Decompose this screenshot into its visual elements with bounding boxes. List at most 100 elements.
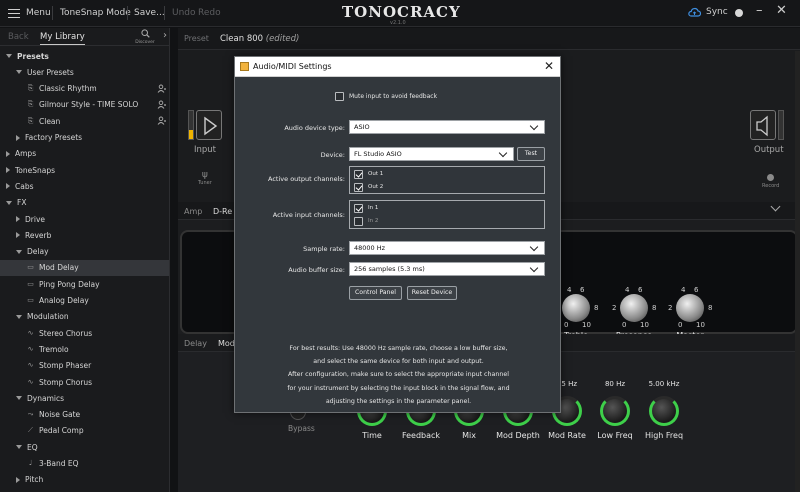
record-button[interactable]: Record — [762, 174, 779, 189]
library-item[interactable]: ∿ Stomp Chorus — [0, 374, 169, 390]
save-button[interactable]: Save... — [134, 8, 165, 18]
in-1-checkbox[interactable] — [354, 204, 363, 213]
dialog-close-button[interactable]: ✕ — [544, 59, 554, 73]
expanded-arrow-icon[interactable] — [6, 54, 12, 58]
expanded-arrow-icon[interactable] — [16, 396, 22, 401]
input-block[interactable] — [196, 110, 222, 140]
library-item[interactable]: Delay — [0, 244, 169, 260]
amp-knob-master[interactable] — [676, 294, 704, 322]
chevron-down-icon[interactable] — [770, 201, 781, 212]
library-item[interactable]: ⎘ Classic Rhythm — [0, 81, 169, 97]
buffer-size-select[interactable]: 256 samples (5.3 ms) — [349, 262, 545, 276]
library-item[interactable]: User Presets — [0, 64, 169, 80]
library-item[interactable]: EQ — [0, 439, 169, 455]
out-1-checkbox[interactable] — [354, 170, 363, 179]
amp-model[interactable]: D-Re — [213, 207, 232, 216]
knob-tick-label: 2 — [612, 304, 617, 312]
library-item[interactable]: ToneSnaps — [0, 162, 169, 178]
user-share-icon[interactable] — [157, 100, 166, 109]
mute-input-checkbox[interactable] — [335, 92, 344, 101]
library-item-label: Ping Pong Delay — [39, 279, 100, 289]
library-item[interactable]: FX — [0, 195, 169, 211]
delay-model[interactable]: Mod — [218, 339, 235, 348]
library-item[interactable]: Drive — [0, 211, 169, 227]
library-item[interactable]: Factory Presets — [0, 130, 169, 146]
chevron-right-icon[interactable]: › — [163, 30, 167, 41]
amp-tab[interactable]: Amp — [184, 207, 202, 216]
expanded-arrow-icon[interactable] — [16, 445, 22, 450]
library-item-label: Delay — [27, 247, 49, 257]
library-item[interactable]: Pitch — [0, 472, 169, 488]
collapsed-arrow-icon[interactable] — [6, 150, 10, 157]
library-item[interactable]: ⎘ Gilmour Style - TIME SOLO — [0, 97, 169, 113]
output-block[interactable] — [750, 110, 776, 140]
expanded-arrow-icon[interactable] — [16, 249, 22, 254]
amp-knob-presence[interactable] — [620, 294, 648, 322]
user-share-icon[interactable] — [157, 116, 166, 125]
menu-label: Menu — [26, 8, 51, 18]
library-item[interactable]: Reverb — [0, 227, 169, 243]
close-window-button[interactable]: ✕ — [776, 3, 787, 18]
library-item-label: Pedal Comp — [39, 426, 84, 436]
reset-device-button[interactable]: Reset Device — [407, 286, 457, 300]
tuner-button[interactable]: ψ Tuner — [198, 170, 212, 186]
my-library-tab[interactable]: My Library — [40, 32, 85, 45]
redo-button[interactable]: Redo — [198, 8, 221, 18]
in-2-label: In 2 — [368, 218, 379, 224]
device-type-label: Audio device type: — [284, 124, 345, 132]
device-type-select[interactable]: ASIO — [349, 120, 545, 134]
library-item[interactable]: Modulation — [0, 309, 169, 325]
user-share-icon[interactable] — [157, 84, 166, 93]
expanded-arrow-icon[interactable] — [16, 70, 22, 75]
expanded-arrow-icon[interactable] — [6, 200, 12, 205]
sync-button[interactable]: Sync — [688, 7, 728, 17]
preset-icon: ⎘ — [27, 84, 34, 93]
preset-name[interactable]: Clean 800 (edited) — [220, 34, 299, 44]
in-2-checkbox[interactable] — [354, 217, 363, 226]
record-dot-icon[interactable] — [735, 7, 743, 20]
library-item-label: Tremolo — [39, 344, 69, 354]
delay-knob-high-freq[interactable] — [649, 396, 679, 426]
library-item[interactable]: ⤳ Noise Gate — [0, 407, 169, 423]
sample-rate-label: Sample rate: — [303, 245, 345, 253]
minimize-button[interactable]: – — [756, 3, 763, 18]
tonesnap-mode-button[interactable]: ToneSnap Mode — [60, 8, 131, 18]
library-item[interactable]: ⟋ Pedal Comp — [0, 423, 169, 439]
amp-knob-treble[interactable] — [562, 294, 590, 322]
back-tab[interactable]: Back — [8, 32, 29, 42]
control-panel-button[interactable]: Control Panel — [349, 286, 402, 300]
library-item[interactable]: ⎘ Clean — [0, 113, 169, 129]
library-item[interactable]: Presets — [0, 48, 169, 64]
library-item[interactable]: Cabs — [0, 178, 169, 194]
collapsed-arrow-icon[interactable] — [16, 134, 20, 141]
test-button[interactable]: Test — [517, 147, 545, 161]
menu-button[interactable]: Menu — [8, 8, 51, 18]
buffer-size-label: Audio buffer size: — [288, 266, 345, 274]
library-item[interactable]: ▭ Analog Delay — [0, 293, 169, 309]
collapsed-arrow-icon[interactable] — [16, 476, 20, 483]
collapsed-arrow-icon[interactable] — [6, 183, 10, 190]
discover-search-button[interactable]: Discover — [133, 29, 157, 45]
undo-button[interactable]: Undo — [172, 8, 196, 18]
expanded-arrow-icon[interactable] — [16, 314, 22, 319]
delay-knob-low-freq[interactable] — [600, 396, 630, 426]
library-item[interactable]: ∿ Tremolo — [0, 341, 169, 357]
library-item[interactable]: ▭ Mod Delay — [0, 259, 169, 276]
input-channels-label: Active input channels: — [272, 211, 345, 219]
library-item[interactable]: ♩ 3-Band EQ — [0, 456, 169, 472]
out-2-checkbox[interactable] — [354, 183, 363, 192]
sidebar-tabs: Back My Library Discover › — [0, 28, 169, 46]
scrollbar[interactable] — [795, 51, 800, 492]
collapsed-arrow-icon[interactable] — [6, 167, 10, 174]
library-item[interactable]: ∿ Stereo Chorus — [0, 325, 169, 341]
device-select[interactable]: FL Studio ASIO — [349, 147, 514, 161]
dialog-title: Audio/MIDI Settings — [253, 62, 332, 71]
collapsed-arrow-icon[interactable] — [16, 232, 20, 239]
delay-tab[interactable]: Delay — [184, 339, 207, 348]
sample-rate-select[interactable]: 48000 Hz — [349, 241, 545, 255]
library-item[interactable]: Dynamics — [0, 390, 169, 406]
library-item[interactable]: Amps — [0, 146, 169, 162]
library-item[interactable]: ∿ Stomp Phaser — [0, 358, 169, 374]
library-item[interactable]: ▭ Ping Pong Delay — [0, 276, 169, 292]
collapsed-arrow-icon[interactable] — [16, 216, 20, 222]
